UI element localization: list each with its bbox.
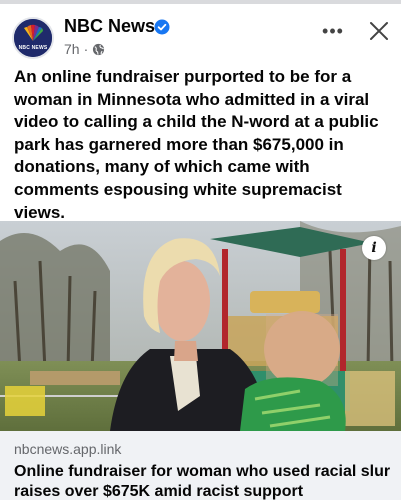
link-preview-card[interactable]: nbcnews.app.link Online fundraiser for w…	[0, 431, 401, 500]
meta-separator: ·	[83, 41, 89, 57]
more-options-icon[interactable]: •••	[318, 18, 348, 44]
avatar-text: NBC NEWS	[18, 45, 48, 51]
post-image[interactable]	[0, 221, 401, 431]
verified-badge-icon	[154, 19, 170, 35]
link-title[interactable]: Online fundraiser for woman who used rac…	[14, 462, 398, 500]
post-meta: 7h ·	[64, 41, 105, 57]
post-text-line: An online fundraiser purported to be for…	[14, 67, 352, 86]
page-name[interactable]: NBC News	[64, 16, 155, 37]
close-icon[interactable]	[366, 18, 392, 44]
nbc-peacock-logo	[14, 19, 52, 57]
page-avatar[interactable]: NBC NEWS	[12, 17, 54, 59]
globe-icon	[93, 43, 105, 55]
post-time[interactable]: 7h	[64, 41, 80, 57]
post-text-line: donations, many of which came with	[14, 157, 310, 177]
post-text-line: woman in Minnesota who admitted in a vir…	[14, 89, 370, 109]
park-scene-image	[0, 221, 401, 431]
post-text-line: park has garnered more than $675,000 in	[14, 134, 344, 154]
post-text-line: video to calling a child the N-word at a…	[14, 112, 379, 132]
link-domain: nbcnews.app.link	[14, 441, 122, 457]
post-text: An online fundraiser purported to be for…	[14, 66, 394, 224]
info-icon[interactable]: i	[362, 236, 386, 260]
post-header: NBC NEWS NBC News 7h · •••	[0, 4, 401, 64]
post-text-line: comments espousing white supremacist	[14, 179, 342, 199]
